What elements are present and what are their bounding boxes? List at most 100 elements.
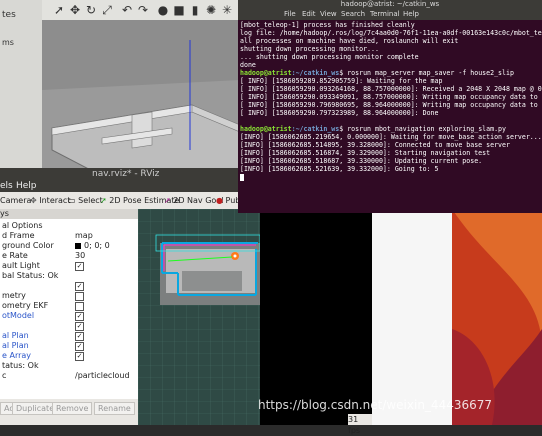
- menu-help[interactable]: Help: [403, 9, 419, 20]
- display-name: ault Light: [2, 261, 40, 270]
- display-row[interactable]: otModel ✓: [0, 311, 138, 321]
- checkbox-unchecked[interactable]: [75, 292, 84, 301]
- color-swatch[interactable]: [75, 243, 81, 249]
- light-icon[interactable]: ✺: [204, 3, 218, 17]
- menu-file[interactable]: File: [284, 9, 296, 20]
- display-row[interactable]: ✓: [0, 321, 138, 331]
- display-name: al Plan: [2, 341, 29, 350]
- display-row[interactable]: c/particlecloud: [0, 371, 138, 381]
- terminal-output[interactable]: [mbot_teleop-1] process has finished cle…: [240, 21, 542, 213]
- rviz-3d-view[interactable]: [138, 209, 260, 425]
- checkbox-checked[interactable]: ✓: [75, 312, 84, 321]
- display-row[interactable]: d Frame map: [0, 231, 138, 241]
- checkbox-checked[interactable]: ✓: [75, 282, 84, 291]
- terminal-line: [ INFO] [1586059290.796980695, 88.964000…: [240, 101, 542, 109]
- terminal-line: all processes on machine have died, rosl…: [240, 37, 459, 45]
- remove-button[interactable]: Remove: [52, 402, 93, 415]
- checkbox-checked[interactable]: ✓: [75, 322, 84, 331]
- display-row[interactable]: ✓: [0, 281, 138, 291]
- rviz-title-bar: nav.rviz* - RViz: [0, 168, 240, 180]
- display-name: ground Color: [2, 241, 54, 250]
- tool-label: Camera: [0, 196, 32, 205]
- display-value: 0; 0; 0: [84, 241, 110, 250]
- display-name: bal Status: Ok: [2, 271, 59, 280]
- menu-help[interactable]: Help: [16, 180, 37, 192]
- terminal-window[interactable]: hadoop@atrist: ~/catkin_ws File Edit Vie…: [238, 0, 542, 213]
- tool-interact[interactable]: ✥ Interact: [30, 195, 70, 206]
- display-row[interactable]: e Array ✓: [0, 351, 138, 361]
- map-render: [138, 209, 260, 425]
- terminal-cursor-line: [240, 173, 542, 181]
- tool-2d-nav-goal[interactable]: ➚ 2D Nav Goal: [164, 195, 223, 206]
- display-row[interactable]: al Options: [0, 221, 138, 231]
- terminal-title-bar: hadoop@atrist: ~/catkin_ws: [238, 0, 542, 9]
- prompt-command: $ rosrun map_server map_saver -f house2_…: [339, 69, 514, 77]
- gazebo-side-panel: tes ms: [0, 0, 43, 176]
- display-name: tatus: Ok: [2, 361, 39, 370]
- prompt-user: hadoop@atrist: [240, 69, 292, 77]
- sphere-icon[interactable]: ●: [156, 3, 170, 17]
- terminal-line: [INFO] [1586062685.219654, 0.000000]: Wa…: [240, 133, 542, 141]
- cylinder-icon[interactable]: ▮: [188, 3, 202, 17]
- text-cursor: [240, 173, 244, 181]
- terminal-line: ... shutting down processing monitor com…: [240, 53, 419, 61]
- world-render: [42, 20, 240, 176]
- rviz-3d-view-dark-area[interactable]: [260, 209, 372, 425]
- goal-arrow-icon: ➚: [164, 196, 171, 205]
- display-name: ometry EKF: [2, 301, 49, 310]
- display-name: e Rate: [2, 251, 28, 260]
- scale-icon[interactable]: ⤢: [100, 3, 114, 17]
- terminal-line: [INFO] [1586062685.521639, 39.332000]: G…: [240, 165, 439, 173]
- terminal-line: [INFO] [1586062685.516874, 39.329000]: S…: [240, 149, 491, 157]
- terminal-line: [ INFO] [1586059290.093349091, 88.757000…: [240, 93, 542, 101]
- gazebo-3d-scene[interactable]: [42, 20, 240, 176]
- undo-icon[interactable]: ↶: [120, 3, 134, 17]
- menu-search[interactable]: Search: [341, 9, 365, 20]
- fps-counter: 31 fps: [348, 414, 372, 435]
- tool-select[interactable]: ▭ Select: [68, 195, 103, 206]
- menu-view[interactable]: View: [320, 9, 337, 20]
- rename-button[interactable]: Rename: [94, 402, 135, 415]
- pose-arrow-icon: ➚: [100, 196, 107, 205]
- displays-tree[interactable]: al Options d Frame map ground Color 0; 0; 0e…: [0, 219, 138, 399]
- prompt-command: $ rosrun mbot_navigation exploring_slam.…: [339, 125, 506, 133]
- menu-edit[interactable]: Edit: [302, 9, 316, 20]
- window-title: nav.rviz* - RViz: [92, 169, 160, 179]
- rotate-icon[interactable]: ↻: [84, 3, 98, 17]
- display-name: al Options: [2, 221, 43, 230]
- redo-icon[interactable]: ↷: [136, 3, 150, 17]
- checkbox-checked[interactable]: ✓: [75, 332, 84, 341]
- display-row[interactable]: ault Light ✓: [0, 261, 138, 271]
- display-row[interactable]: tatus: Ok: [0, 361, 138, 371]
- terminal-line: done: [240, 61, 256, 69]
- menu-terminal[interactable]: Terminal: [370, 9, 400, 20]
- terminal-line: log file: /home/hadoop/.ros/log/7c4aa0d0…: [240, 29, 542, 37]
- select-arrow-icon[interactable]: ➚: [52, 3, 66, 17]
- panel-title: ys: [0, 209, 9, 218]
- display-row[interactable]: ground Color 0; 0; 0: [0, 241, 138, 251]
- display-row[interactable]: metry: [0, 291, 138, 301]
- checkbox-checked[interactable]: ✓: [75, 342, 84, 351]
- checkbox-unchecked[interactable]: [75, 302, 84, 311]
- light-icon[interactable]: ✳: [220, 3, 234, 17]
- tool-camera[interactable]: Camera: [0, 195, 31, 206]
- display-row[interactable]: e Rate 30: [0, 251, 138, 261]
- terminal-line: hadoop@atrist:~/catkin_ws$ rosrun mbot_n…: [240, 125, 542, 133]
- box-icon[interactable]: ■: [172, 3, 186, 17]
- display-row[interactable]: al Plan ✓: [0, 341, 138, 351]
- prompt-path: :~/catkin_ws: [291, 69, 340, 77]
- side-panel-label: tes: [2, 10, 16, 20]
- display-row[interactable]: ometry EKF: [0, 301, 138, 311]
- translate-icon[interactable]: ✥: [68, 3, 82, 17]
- display-name: e Array: [2, 351, 32, 360]
- display-row[interactable]: al Plan ✓: [0, 331, 138, 341]
- menu-panels[interactable]: els: [0, 180, 13, 192]
- checkbox-checked[interactable]: ✓: [75, 262, 84, 271]
- point-icon: ●: [216, 196, 223, 205]
- terminal-line: [mbot_teleop-1] process has finished cle…: [240, 21, 415, 29]
- display-name: otModel: [2, 311, 35, 320]
- checkbox-checked[interactable]: ✓: [75, 352, 84, 361]
- side-panel-label: ms: [2, 38, 14, 47]
- display-row[interactable]: bal Status: Ok: [0, 271, 138, 281]
